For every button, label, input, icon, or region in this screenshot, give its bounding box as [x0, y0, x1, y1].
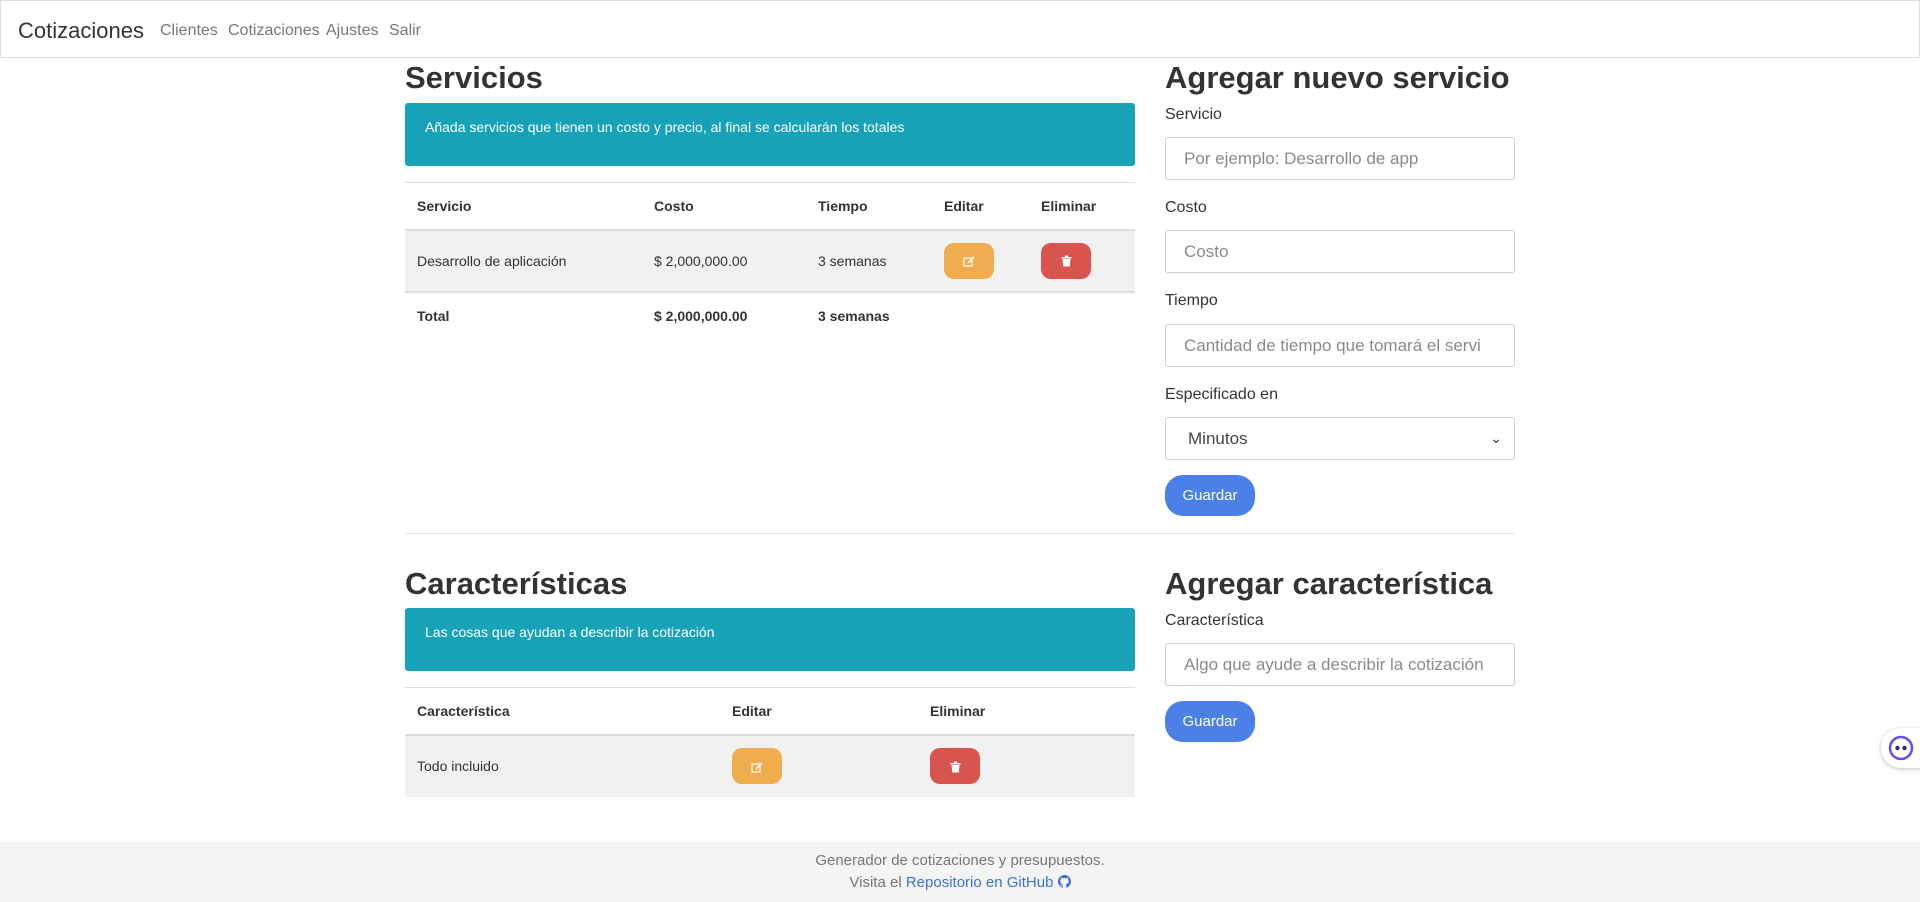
delete-cell	[1029, 229, 1135, 292]
col-header-caracteristica: Característica	[405, 687, 720, 736]
chevron-down-icon: ⌄	[1490, 430, 1502, 446]
total-costo: $ 2,000,000.00	[642, 290, 806, 339]
costo-field-label: Costo	[1165, 199, 1207, 216]
nav-link-cotizaciones[interactable]: Cotizaciones	[228, 22, 320, 40]
col-header-editar: Editar	[720, 687, 918, 736]
footer-visit-text: Visita el	[849, 874, 902, 891]
col-header-eliminar: Eliminar	[1029, 182, 1135, 231]
guardar-servicio-button[interactable]: Guardar	[1165, 475, 1255, 516]
costo-cell: $ 2,000,000.00	[642, 229, 806, 292]
page-footer: Generador de cotizaciones y presupuestos…	[0, 842, 1920, 902]
col-header-tiempo: Tiempo	[806, 182, 932, 231]
edit-cell	[932, 229, 1029, 292]
nuevo-servicio-title: Agregar nuevo servicio	[1165, 60, 1510, 95]
table-row: Todo incluido	[405, 734, 1135, 797]
trash-icon	[1061, 255, 1071, 267]
tiempo-cell: 3 semanas	[806, 229, 932, 292]
col-header-servicio: Servicio	[405, 182, 642, 231]
especificado-select[interactable]: Minutos ⌄	[1165, 417, 1515, 460]
edit-button[interactable]	[732, 748, 782, 784]
github-icon	[1057, 875, 1071, 888]
col-header-costo: Costo	[642, 182, 806, 231]
guardar-caracteristica-button[interactable]: Guardar	[1165, 701, 1255, 742]
assistant-widget-button[interactable]	[1881, 728, 1920, 768]
delete-cell	[918, 734, 1135, 797]
caracteristicas-title: Características	[405, 566, 628, 601]
servicio-cell: Desarrollo de aplicación	[405, 229, 642, 292]
caracteristicas-table: Característica Editar Eliminar Todo incl…	[405, 687, 1135, 797]
nueva-caracteristica-title: Agregar característica	[1165, 566, 1493, 601]
top-navbar: Cotizaciones Clientes Cotizaciones Ajust…	[0, 0, 1920, 58]
github-repo-link[interactable]: Repositorio en GitHub	[906, 874, 1071, 891]
delete-button[interactable]	[930, 748, 980, 784]
table-row: Desarrollo de aplicación $ 2,000,000.00 …	[405, 229, 1135, 292]
caracteristica-input[interactable]	[1165, 643, 1515, 686]
total-tiempo: 3 semanas	[806, 290, 932, 339]
section-divider	[405, 533, 1515, 534]
nav-link-ajustes[interactable]: Ajustes	[326, 22, 378, 40]
servicios-title: Servicios	[405, 60, 543, 95]
col-header-eliminar: Eliminar	[918, 687, 1135, 736]
edit-cell	[720, 734, 918, 797]
nav-link-salir[interactable]: Salir	[389, 22, 421, 40]
assistant-bot-icon	[1888, 735, 1914, 761]
especificado-selected-value: Minutos	[1188, 429, 1248, 448]
edit-button[interactable]	[944, 242, 994, 279]
caracteristicas-info-alert: Las cosas que ayudan a describir la coti…	[405, 608, 1135, 671]
total-label: Total	[405, 290, 642, 339]
navbar-brand[interactable]: Cotizaciones	[18, 18, 144, 44]
trash-icon	[950, 761, 960, 773]
caracteristica-field-label: Característica	[1165, 612, 1264, 629]
tiempo-field-label: Tiempo	[1165, 292, 1218, 309]
costo-input[interactable]	[1165, 230, 1515, 273]
delete-button[interactable]	[1041, 242, 1091, 279]
footer-tagline: Generador de cotizaciones y presupuestos…	[815, 852, 1105, 869]
nav-link-clientes[interactable]: Clientes	[160, 22, 218, 40]
edit-icon	[751, 762, 763, 773]
tiempo-input[interactable]	[1165, 324, 1515, 367]
servicios-table: Servicio Costo Tiempo Editar Eliminar De…	[405, 182, 1135, 339]
servicios-info-alert: Añada servicios que tienen un costo y pr…	[405, 103, 1135, 166]
servicio-field-label: Servicio	[1165, 106, 1222, 123]
caracteristicas-table-header: Característica Editar Eliminar	[405, 687, 1135, 736]
caracteristica-cell: Todo incluido	[405, 734, 720, 797]
footer-repo-line: Visita el Repositorio en GitHub	[0, 874, 1920, 891]
col-header-editar: Editar	[932, 182, 1029, 231]
total-row: Total $ 2,000,000.00 3 semanas	[405, 290, 1135, 339]
servicios-table-header: Servicio Costo Tiempo Editar Eliminar	[405, 182, 1135, 231]
edit-icon	[963, 256, 975, 267]
especificado-field-label: Especificado en	[1165, 386, 1278, 403]
servicio-input[interactable]	[1165, 137, 1515, 180]
